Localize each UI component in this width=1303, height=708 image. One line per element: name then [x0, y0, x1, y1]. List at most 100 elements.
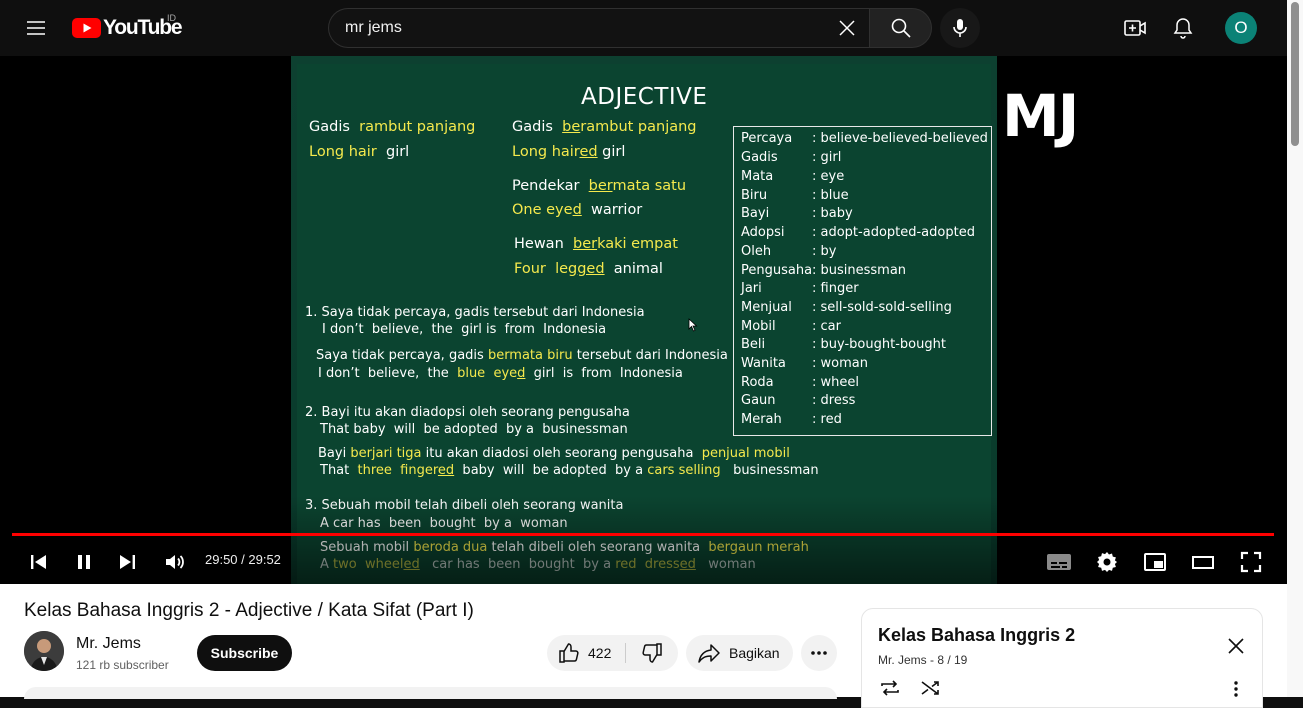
loop-icon[interactable] — [878, 677, 902, 699]
slide-text: 1. Saya tidak percaya, gadis tersebut da… — [305, 305, 645, 320]
slide-text: Bayi berjari tiga itu akan diadosi oleh … — [318, 446, 790, 461]
pause-icon — [78, 555, 90, 569]
country-code: ID — [167, 13, 176, 23]
microphone-icon — [953, 19, 967, 37]
share-button[interactable]: Bagikan — [686, 635, 793, 671]
previous-icon — [31, 555, 46, 569]
miniplayer-icon — [1144, 553, 1166, 571]
vocab-row: Percaya: believe-believed-believed — [741, 131, 988, 146]
slide-text: That three fingered baby will be adopted… — [320, 463, 819, 478]
slide-text: Saya tidak percaya, gadis bermata biru t… — [316, 348, 728, 363]
slide-text: Four legged animal — [514, 261, 663, 277]
vocab-row: Roda: wheel — [741, 375, 859, 390]
slide-text: Long haired girl — [512, 144, 626, 160]
next-icon — [120, 555, 135, 569]
slide-text: That baby will be adopted by a businessm… — [320, 422, 628, 437]
vocab-row: Bayi: baby — [741, 206, 853, 221]
account-avatar[interactable]: O — [1225, 12, 1257, 44]
subtitles-icon — [1047, 554, 1071, 570]
page-scrollbar[interactable] — [1287, 0, 1303, 697]
next-button[interactable] — [110, 544, 146, 580]
share-label: Bagikan — [729, 645, 780, 661]
top-bar: YouTube ID O — [0, 0, 1287, 56]
slide-text: Long hair girl — [309, 144, 410, 160]
slide-text: Gadis berambut panjang — [512, 119, 697, 135]
more-vertical-icon[interactable] — [1226, 679, 1246, 699]
subscriber-count: 121 rb subscriber — [76, 658, 169, 672]
youtube-logo[interactable]: YouTube ID — [72, 13, 183, 39]
vocab-row: Merah: red — [741, 412, 842, 427]
vocab-row: Beli: buy-bought-bought — [741, 337, 946, 352]
menu-icon[interactable] — [16, 8, 56, 48]
fullscreen-button[interactable] — [1233, 544, 1269, 580]
search-input[interactable] — [345, 9, 825, 47]
close-playlist-button[interactable] — [1216, 632, 1256, 660]
slide-text: Gadis rambut panjang — [309, 119, 476, 135]
description-box[interactable] — [24, 687, 837, 699]
playlist-panel: Kelas Bahasa Inggris 2 Mr. Jems - 8 / 19 — [861, 608, 1263, 708]
close-icon — [1228, 638, 1244, 654]
shuffle-icon[interactable] — [919, 677, 943, 699]
vocab-row: Jari: finger — [741, 281, 859, 296]
gear-icon — [1097, 552, 1117, 572]
notifications-button[interactable] — [1163, 8, 1203, 48]
slide-text: I don’t believe, the blue eyed girl is f… — [318, 366, 683, 381]
miniplayer-button[interactable] — [1137, 544, 1173, 580]
previous-button[interactable] — [20, 544, 56, 580]
thumbs-up-icon — [559, 643, 579, 663]
like-count: 422 — [588, 645, 612, 661]
clear-search-icon[interactable] — [827, 9, 867, 47]
more-actions-button[interactable] — [801, 635, 837, 671]
thumbs-down-icon — [642, 643, 662, 663]
channel-watermark: MJ — [1002, 82, 1079, 150]
volume-button[interactable] — [157, 544, 193, 580]
vocab-row: Mata: eye — [741, 169, 845, 184]
search-box — [328, 8, 869, 48]
more-horizontal-icon — [811, 651, 827, 655]
video-player[interactable]: ADJECTIVE Gadis rambut panjang Long hair… — [0, 56, 1287, 584]
settings-button[interactable] — [1089, 544, 1125, 580]
vocab-row: Menjual: sell-sold-sold-selling — [741, 300, 952, 315]
video-title: Kelas Bahasa Inggris 2 - Adjective / Kat… — [24, 600, 474, 621]
dislike-button[interactable] — [626, 635, 678, 671]
fullscreen-icon — [1240, 551, 1262, 573]
vocab-row: Gadis: girl — [741, 150, 842, 165]
create-video-button[interactable] — [1115, 8, 1155, 48]
voice-search-button[interactable] — [940, 8, 980, 48]
subtitles-button[interactable] — [1041, 544, 1077, 580]
time-display: 29:50 / 29:52 — [205, 552, 281, 567]
scrollbar-thumb[interactable] — [1291, 2, 1299, 146]
vocab-row: Gaun: dress — [741, 393, 856, 408]
theater-mode-icon — [1192, 556, 1214, 569]
slide-text: Pendekar bermata satu — [512, 178, 687, 194]
bell-icon — [1173, 18, 1193, 39]
search-icon — [891, 18, 911, 38]
slide-text: I don’t believe, the girl is from Indone… — [322, 322, 607, 337]
video-add-icon — [1124, 20, 1146, 36]
channel-avatar[interactable] — [24, 631, 64, 671]
playlist-subtitle: Mr. Jems - 8 / 19 — [878, 653, 968, 667]
theater-mode-button[interactable] — [1185, 544, 1221, 580]
vocab-row: Pengusaha: businessman — [741, 263, 907, 278]
vocab-row: Oleh: by — [741, 244, 837, 259]
vocabulary-box: Percaya: believe-believed-believed Gadis… — [733, 126, 992, 436]
like-button[interactable]: 422 — [547, 635, 625, 671]
slide-text: 2. Bayi itu akan diadopsi oleh seorang p… — [305, 405, 630, 420]
video-details: Kelas Bahasa Inggris 2 - Adjective / Kat… — [0, 584, 1287, 708]
vocab-row: Biru: blue — [741, 188, 849, 203]
share-icon — [698, 644, 720, 663]
progress-bar[interactable] — [12, 533, 1274, 536]
youtube-play-icon — [72, 18, 101, 38]
playlist-title[interactable]: Kelas Bahasa Inggris 2 — [878, 625, 1075, 646]
slide-text: One eyed warrior — [512, 202, 643, 218]
mouse-cursor-icon — [688, 318, 698, 332]
search-button[interactable] — [869, 8, 932, 48]
vocab-row: Mobil: car — [741, 319, 841, 334]
slide-text: Hewan berkaki empat — [514, 236, 678, 252]
volume-icon — [166, 555, 184, 569]
like-dislike-group: 422 — [547, 635, 678, 671]
channel-name[interactable]: Mr. Jems — [76, 635, 141, 653]
vocab-row: Adopsi: adopt-adopted-adopted — [741, 225, 975, 240]
subscribe-button[interactable]: Subscribe — [197, 635, 292, 671]
pause-button[interactable] — [66, 544, 102, 580]
